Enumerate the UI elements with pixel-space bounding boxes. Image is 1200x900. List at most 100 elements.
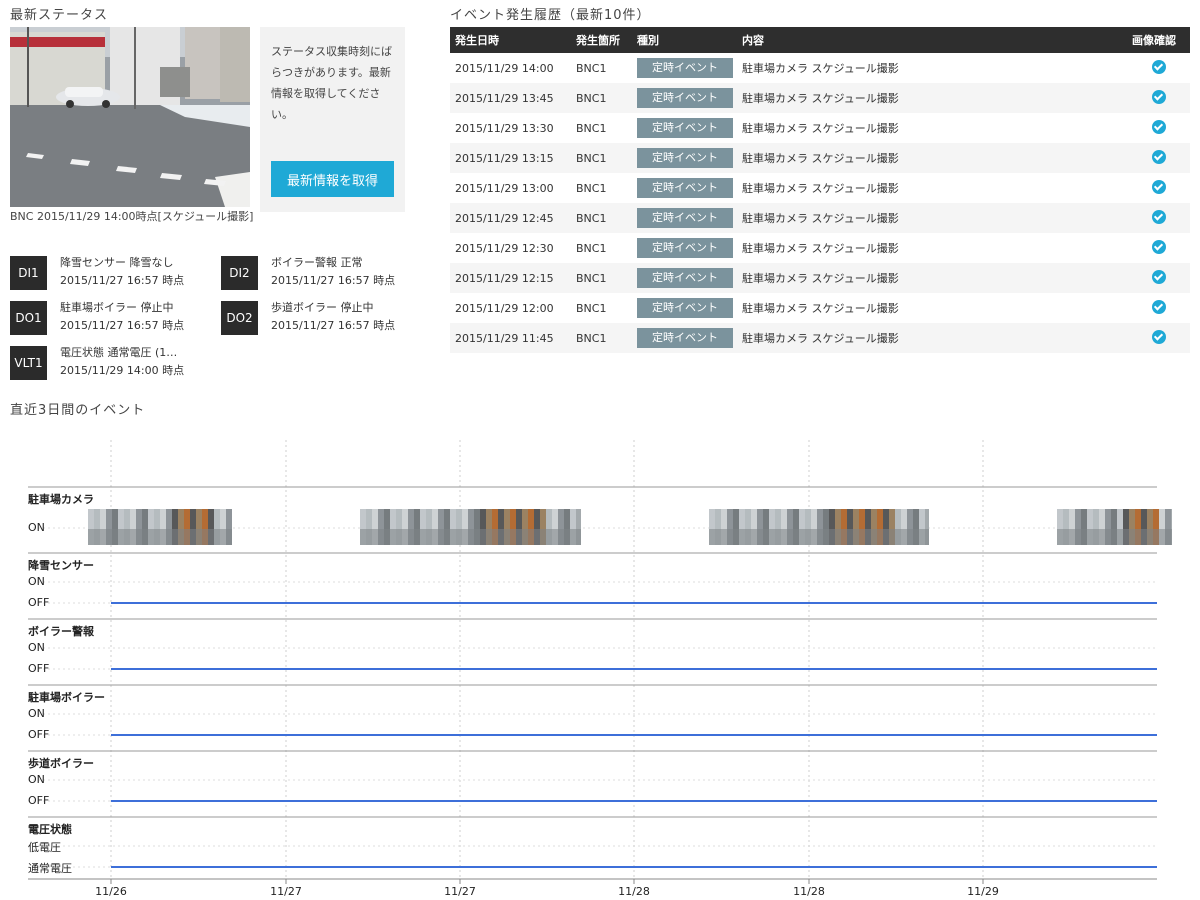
- event-type-badge: 定時イベント: [637, 268, 733, 288]
- table-row[interactable]: 2015/11/29 11:45 BNC1 定時イベント 駐車場カメラ スケジュール撮…: [450, 323, 1190, 353]
- series-title: ボイラー警報: [28, 625, 94, 638]
- event-datetime: 2015/11/29 12:30: [455, 241, 554, 255]
- check-circle-icon[interactable]: [1151, 179, 1166, 194]
- event-datetime: 2015/11/29 12:00: [455, 301, 554, 315]
- event-type-badge: 定時イベント: [637, 298, 733, 318]
- event-location: BNC1: [571, 203, 632, 233]
- image-check-cell[interactable]: [1127, 173, 1190, 203]
- table-row[interactable]: 2015/11/29 13:00 BNC1 定時イベント 駐車場カメラ スケジュール撮…: [450, 173, 1190, 203]
- x-tick-label: 11/27: [444, 885, 476, 898]
- series-title: 駐車場カメラ: [28, 493, 94, 506]
- event-datetime: 2015/11/29 12:15: [450, 263, 571, 293]
- table-row[interactable]: 2015/11/29 13:45 BNC1 定時イベント 駐車場カメラ スケジュール撮…: [450, 83, 1190, 113]
- image-check-cell[interactable]: [1127, 113, 1190, 143]
- status-section-title: 最新ステータス: [10, 8, 109, 23]
- check-circle-icon[interactable]: [1151, 269, 1166, 284]
- io-timestamp: 2015/11/27 16:57 時点: [60, 274, 185, 287]
- check-circle-icon[interactable]: [1151, 299, 1166, 314]
- image-check-cell[interactable]: [1127, 203, 1190, 233]
- image-check-cell[interactable]: [1127, 323, 1190, 353]
- level-label: 低電圧: [28, 841, 61, 854]
- image-check-cell[interactable]: [1127, 143, 1190, 173]
- io-badge: VLT1: [10, 346, 47, 380]
- io-status-di1: DI1 降雪センサー 降雪なし 2015/11/27 16:57 時点: [10, 254, 210, 294]
- image-check-cell[interactable]: [1127, 293, 1190, 323]
- check-circle-icon[interactable]: [1151, 329, 1166, 344]
- camera-thumbnail-strip[interactable]: [360, 509, 581, 545]
- series-title: 電圧状態: [28, 823, 72, 836]
- io-timestamp: 2015/11/27 16:57 時点: [271, 319, 396, 332]
- check-circle-icon[interactable]: [1151, 239, 1166, 254]
- event-location: BNC1: [571, 143, 632, 173]
- event-type-cell: 定時イベント: [632, 293, 737, 323]
- event-datetime: 2015/11/29 13:45: [450, 83, 571, 113]
- event-location: BNC1: [576, 241, 607, 255]
- x-tick-label: 11/29: [967, 885, 999, 898]
- event-content: 駐車場カメラ スケジュール撮影: [742, 182, 899, 195]
- io-badge: DO1: [10, 301, 47, 335]
- event-content: 駐車場カメラ スケジュール撮影: [742, 62, 899, 75]
- check-circle-icon[interactable]: [1151, 119, 1166, 134]
- event-location: BNC1: [571, 83, 632, 113]
- event-location: BNC1: [571, 263, 632, 293]
- camera-thumbnail-strip[interactable]: [88, 509, 232, 545]
- event-datetime: 2015/11/29 14:00: [455, 61, 554, 75]
- io-badge: DI1: [10, 256, 47, 290]
- event-type-cell: 定時イベント: [632, 83, 737, 113]
- camera-thumbnail-strip[interactable]: [1057, 509, 1172, 545]
- image-check-cell[interactable]: [1127, 53, 1190, 83]
- image-check-cell[interactable]: [1127, 263, 1190, 293]
- check-circle-icon[interactable]: [1151, 59, 1166, 74]
- event-type-cell: 定時イベント: [632, 263, 737, 293]
- table-row[interactable]: 2015/11/29 12:45 BNC1 定時イベント 駐車場カメラ スケジュール撮…: [450, 203, 1190, 233]
- level-label: OFF: [28, 728, 50, 741]
- x-tick-label: 11/28: [793, 885, 825, 898]
- io-status-vlt1: VLT1 電圧状態 通常電圧 (1… 2015/11/29 14:00 時点: [10, 344, 210, 384]
- io-label: 電圧状態 通常電圧 (1…: [60, 346, 178, 359]
- image-check-cell[interactable]: [1127, 83, 1190, 113]
- event-datetime: 2015/11/29 13:15: [450, 143, 571, 173]
- check-circle-icon[interactable]: [1151, 89, 1166, 104]
- table-row[interactable]: 2015/11/29 12:30 BNC1 定時イベント 駐車場カメラ スケジュール撮…: [450, 233, 1190, 263]
- table-row[interactable]: 2015/11/29 13:30 BNC1 定時イベント 駐車場カメラ スケジュール撮…: [450, 113, 1190, 143]
- table-row[interactable]: 2015/11/29 13:15 BNC1 定時イベント 駐車場カメラ スケジュール撮…: [450, 143, 1190, 173]
- table-row[interactable]: 2015/11/29 12:00 BNC1 定時イベント 駐車場カメラ スケジュール撮…: [450, 293, 1190, 323]
- event-type-cell: 定時イベント: [632, 113, 737, 143]
- event-datetime: 2015/11/29 13:30: [455, 121, 554, 135]
- event-type-badge: 定時イベント: [637, 178, 733, 198]
- event-type-cell: 定時イベント: [632, 203, 737, 233]
- event-location: BNC1: [576, 301, 607, 315]
- io-status-do1: DO1 駐車場ボイラー 停止中 2015/11/27 16:57 時点: [10, 299, 210, 339]
- camera-snapshot-image[interactable]: [10, 27, 250, 207]
- column-header: 内容: [737, 27, 1127, 53]
- timeline-svg: 11/26 11/27 11/27 11/28 11/28 11/29: [28, 440, 1172, 898]
- table-row[interactable]: 2015/11/29 12:15 BNC1 定時イベント 駐車場カメラ スケジュール撮…: [450, 263, 1190, 293]
- table-header-row: 発生日時 発生箇所 種別 内容 画像確認: [450, 27, 1190, 53]
- level-label: ON: [28, 575, 45, 588]
- timeline-section-title: 直近3日間のイベント: [10, 403, 146, 418]
- event-content: 駐車場カメラ スケジュール撮影: [737, 143, 1127, 173]
- event-type-cell: 定時イベント: [632, 323, 737, 353]
- column-header: 発生日時: [450, 27, 571, 53]
- event-type-cell: 定時イベント: [632, 53, 737, 83]
- check-circle-icon[interactable]: [1151, 209, 1166, 224]
- event-content: 駐車場カメラ スケジュール撮影: [737, 83, 1127, 113]
- check-circle-icon[interactable]: [1151, 149, 1166, 164]
- event-type-badge: 定時イベント: [637, 58, 733, 78]
- event-content: 駐車場カメラ スケジュール撮影: [742, 122, 899, 135]
- table-row[interactable]: 2015/11/29 14:00 BNC1 定時イベント 駐車場カメラ スケジュール撮…: [450, 53, 1190, 83]
- io-timestamp: 2015/11/29 14:00 時点: [60, 364, 185, 377]
- x-tick-label: 11/28: [618, 885, 650, 898]
- refresh-status-button[interactable]: 最新情報を取得: [271, 161, 394, 197]
- camera-thumbnail-strip[interactable]: [709, 509, 929, 545]
- event-type-cell: 定時イベント: [632, 173, 737, 203]
- x-tick-label: 11/27: [270, 885, 302, 898]
- image-check-cell[interactable]: [1127, 233, 1190, 263]
- io-badge: DI2: [221, 256, 258, 290]
- event-type-badge: 定時イベント: [637, 208, 733, 228]
- io-label: 降雪センサー 降雪なし: [60, 256, 174, 269]
- event-location: BNC1: [576, 181, 607, 195]
- event-content: 駐車場カメラ スケジュール撮影: [737, 203, 1127, 233]
- level-label: ON: [28, 641, 45, 654]
- level-label: OFF: [28, 596, 50, 609]
